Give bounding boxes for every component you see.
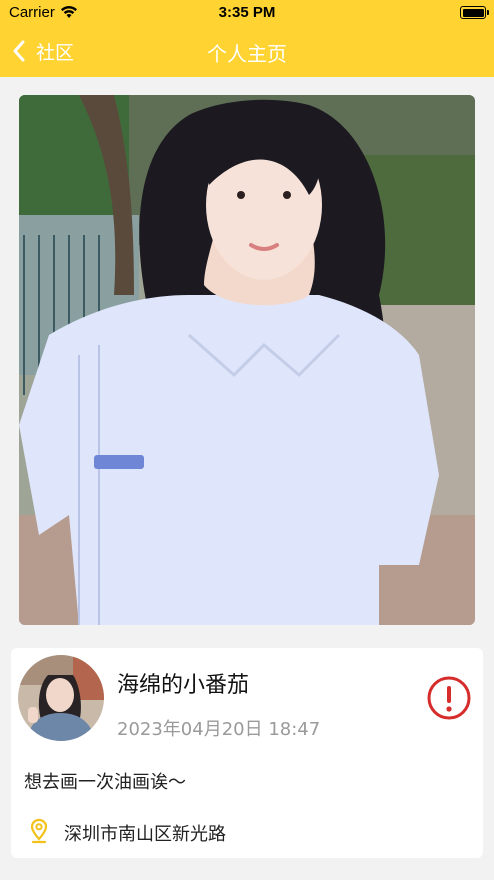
avatar[interactable] [18, 655, 104, 741]
post-photo[interactable] [19, 95, 475, 625]
status-bar: Carrier 3:35 PM [0, 0, 494, 26]
status-time: 3:35 PM [218, 4, 276, 21]
post-content: 想去画一次油画诶～ [24, 772, 186, 793]
username[interactable]: 海绵的小番茄 [117, 667, 249, 699]
exclamation-circle-icon[interactable] [426, 675, 472, 721]
battery-icon [460, 6, 489, 19]
map-pin-icon [30, 818, 48, 844]
top-bar: Carrier 3:35 PM 社区 个人主页 [0, 0, 494, 77]
post-datetime: 2023年04月20日 18:47 [117, 719, 321, 740]
location-text[interactable]: 深圳市南山区新光路 [64, 820, 226, 846]
post-card: 海绵的小番茄 2023年04月20日 18:47 想去画一次油画诶～ 深圳市南山… [11, 648, 483, 858]
post-photo-image [19, 95, 475, 625]
avatar-image [18, 655, 104, 741]
nav-bar: 社区 个人主页 [0, 28, 494, 74]
page-title: 个人主页 [207, 42, 287, 66]
